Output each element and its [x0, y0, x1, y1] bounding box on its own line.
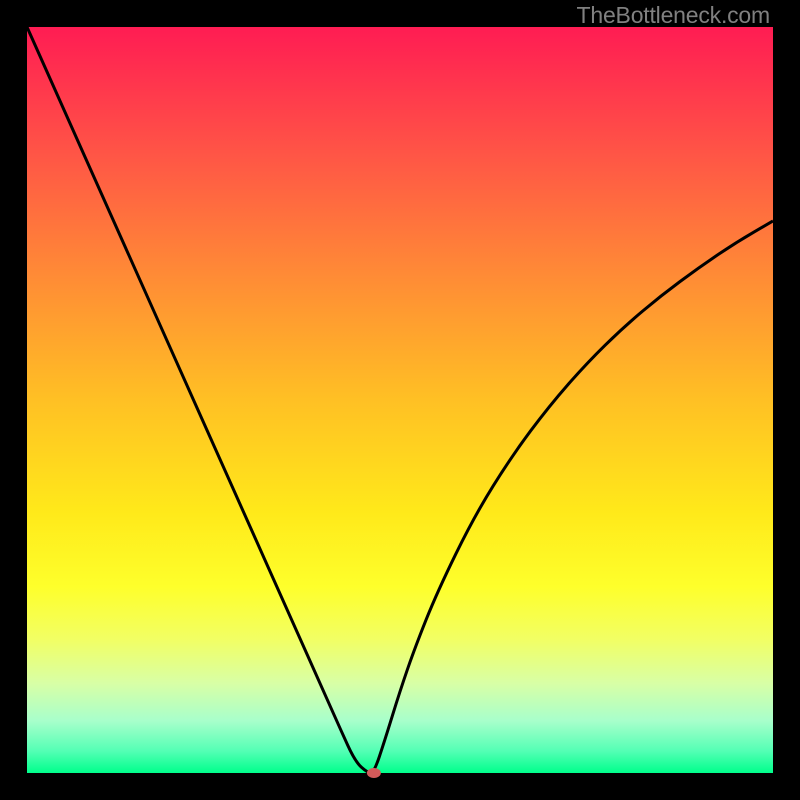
chart-curve	[27, 27, 773, 773]
watermark-text: TheBottleneck.com	[577, 2, 770, 29]
chart-marker	[367, 768, 381, 778]
plot-area	[27, 27, 773, 773]
chart-svg	[27, 27, 773, 773]
chart-container: TheBottleneck.com	[0, 0, 800, 800]
